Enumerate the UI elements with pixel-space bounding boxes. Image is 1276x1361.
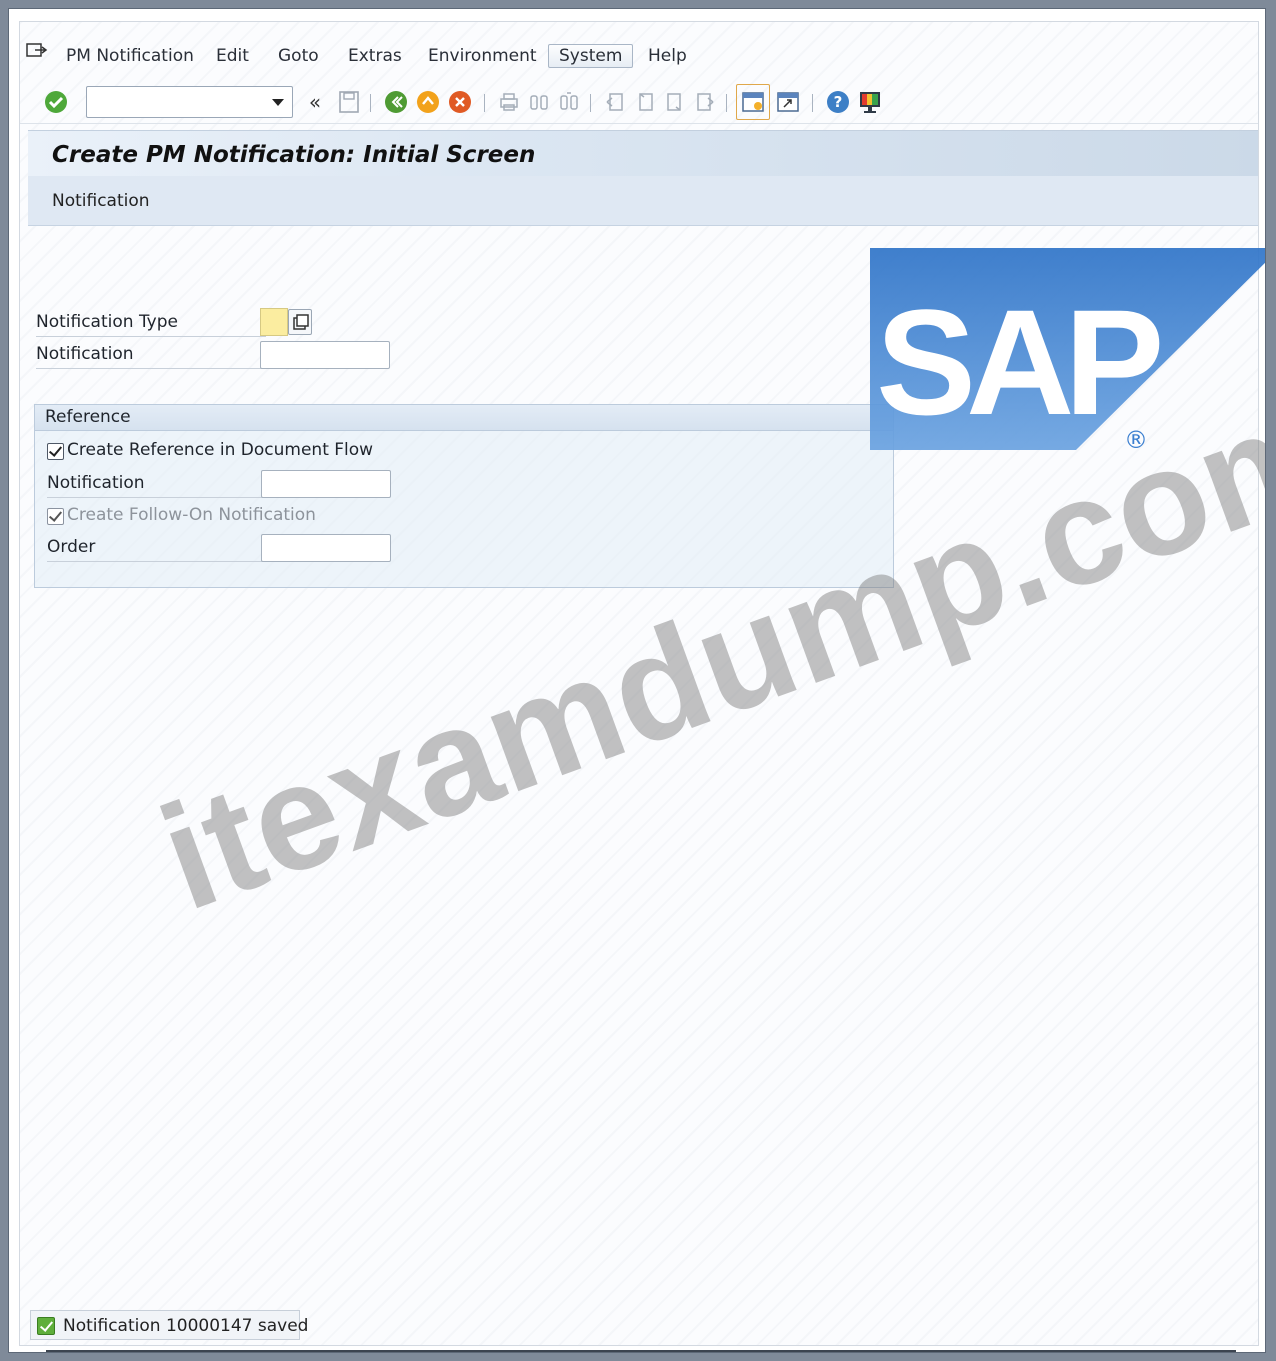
sap-logo-text: SAP (876, 278, 1159, 446)
notification-toolbar-button[interactable]: Notification (52, 191, 150, 211)
menu-goto[interactable]: Goto (272, 44, 325, 68)
back-nav-icon[interactable]: « (304, 90, 326, 114)
previous-page-icon[interactable] (632, 88, 658, 116)
exit-icon[interactable] (414, 88, 442, 116)
create-reference-label: Create Reference in Document Flow (67, 440, 374, 460)
reference-group-title: Reference (45, 407, 131, 427)
menu-icon[interactable] (26, 42, 48, 60)
screen-frame: PM Notification Edit Goto Extras Environ… (19, 21, 1265, 1352)
field-underline (47, 561, 267, 562)
new-session-icon[interactable] (736, 84, 770, 120)
menu-system[interactable]: System (548, 44, 634, 68)
value-help-button[interactable] (288, 309, 312, 335)
customize-layout-icon[interactable] (856, 88, 884, 116)
status-bar[interactable]: Notification 10000147 saved (30, 1310, 308, 1340)
status-message: Notification 10000147 saved (63, 1316, 309, 1336)
notification-input[interactable] (260, 341, 390, 369)
notification-type-label: Notification Type (36, 312, 178, 332)
title-bar: Create PM Notification: Initial Screen (28, 130, 1258, 176)
reference-notification-label: Notification (47, 473, 145, 493)
help-icon[interactable]: ? (824, 88, 852, 116)
reference-group: Reference Create Reference in Document F… (34, 404, 894, 588)
find-next-icon[interactable] (556, 88, 582, 116)
command-field[interactable] (86, 86, 293, 118)
menu-pm-notification[interactable]: PM Notification (60, 44, 200, 68)
notification-label: Notification (36, 344, 134, 364)
menu-edit[interactable]: Edit (210, 44, 255, 68)
next-page-icon[interactable] (662, 88, 688, 116)
field-underline (47, 497, 267, 498)
svg-text:®: ® (1124, 426, 1148, 454)
follow-on-notification-label: Create Follow-On Notification (67, 505, 316, 525)
create-reference-checkbox[interactable] (47, 443, 64, 460)
first-page-icon[interactable] (602, 88, 628, 116)
menu-bar: PM Notification Edit Goto Extras Environ… (20, 36, 1258, 72)
menu-environment[interactable]: Environment (422, 44, 543, 68)
reference-notification-input[interactable] (261, 470, 391, 498)
order-label: Order (47, 537, 96, 557)
standard-toolbar: « ? (20, 80, 1258, 124)
find-icon[interactable] (526, 88, 552, 116)
enter-icon[interactable] (42, 88, 70, 116)
toolbar-separator (370, 94, 371, 112)
save-icon[interactable] (336, 88, 362, 116)
svg-text:?: ? (834, 93, 843, 111)
menu-help[interactable]: Help (642, 44, 693, 68)
reference-group-header: Reference (35, 405, 893, 431)
order-input[interactable] (261, 534, 391, 562)
toolbar-separator (812, 94, 813, 112)
last-page-icon[interactable] (692, 88, 718, 116)
sap-gui-window: PM Notification Edit Goto Extras Environ… (8, 8, 1266, 1353)
bottom-divider (46, 1350, 1236, 1352)
copy-icon (293, 314, 309, 330)
application-toolbar: Notification (28, 176, 1258, 226)
menu-extras[interactable]: Extras (342, 44, 408, 68)
shortcut-icon[interactable] (774, 88, 802, 116)
back-icon[interactable] (382, 88, 410, 116)
toolbar-separator (726, 94, 727, 112)
notification-type-input[interactable] (260, 308, 288, 336)
chevron-down-icon[interactable] (272, 99, 284, 106)
page-title: Create PM Notification: Initial Screen (52, 142, 536, 168)
sap-logo: SAP ® (870, 248, 1265, 454)
toolbar-separator (484, 94, 485, 112)
toolbar-separator (590, 94, 591, 112)
print-icon[interactable] (496, 88, 522, 116)
success-icon (37, 1317, 55, 1335)
cancel-icon[interactable] (446, 88, 474, 116)
follow-on-notification-checkbox (47, 508, 64, 525)
field-underline (36, 336, 266, 337)
field-underline (36, 368, 266, 369)
